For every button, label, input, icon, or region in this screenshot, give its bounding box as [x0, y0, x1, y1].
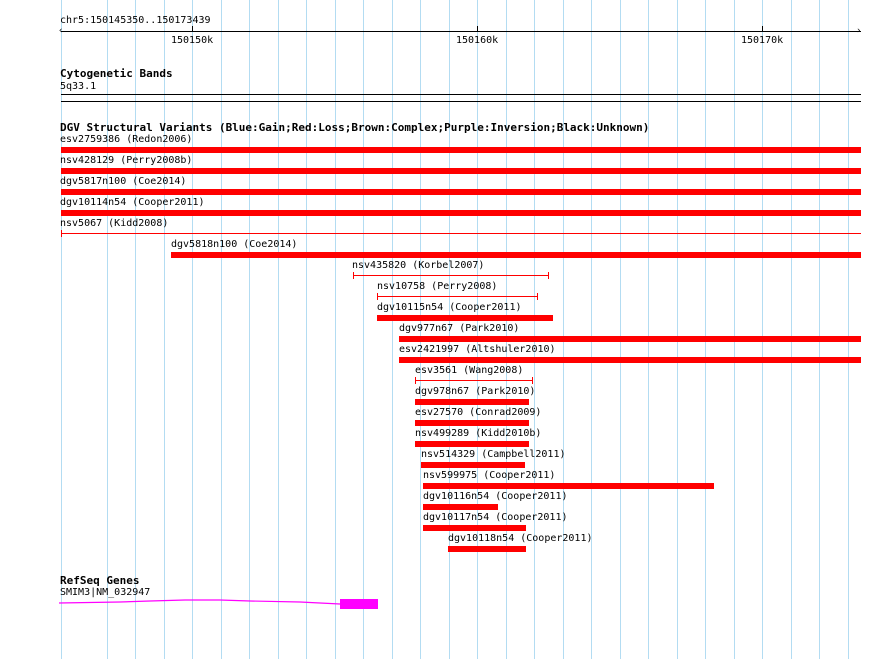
- cytoband-top-line: [61, 94, 861, 95]
- cytoband-title: Cytogenetic Bands: [60, 67, 173, 80]
- variant-bar[interactable]: [399, 336, 861, 342]
- ruler-tick-label: 150160k: [456, 35, 499, 46]
- cytoband-bottom-line: [61, 101, 861, 102]
- variant-end-cap: [353, 272, 354, 279]
- variant-label: dgv977n67 (Park2010): [399, 323, 520, 334]
- variant-bar[interactable]: [415, 420, 529, 426]
- variant-bar[interactable]: [171, 252, 861, 258]
- variant-bar[interactable]: [415, 399, 529, 405]
- variant-label: dgv10115n54 (Cooper2011): [377, 302, 522, 313]
- variant-label: dgv5817n100 (Coe2014): [60, 176, 187, 187]
- variant-bar[interactable]: [61, 168, 861, 174]
- variant-bar[interactable]: [61, 210, 861, 216]
- variant-end-cap: [548, 272, 549, 279]
- variant-bar[interactable]: [423, 525, 526, 531]
- gene-label[interactable]: SMIM3|NM_032947: [60, 587, 150, 599]
- variant-span[interactable]: [377, 293, 538, 300]
- variant-label: nsv10758 (Perry2008): [377, 281, 498, 292]
- variant-end-cap: [537, 293, 538, 300]
- variant-label: dgv10118n54 (Cooper2011): [448, 533, 593, 544]
- variant-end-cap: [532, 377, 533, 384]
- variant-bar[interactable]: [423, 483, 714, 489]
- variant-bar[interactable]: [61, 189, 861, 195]
- refseq-title: RefSeq Genes: [60, 574, 140, 587]
- ruler-axis: [61, 31, 861, 32]
- variant-bar[interactable]: [415, 441, 529, 447]
- variant-span[interactable]: [353, 272, 549, 279]
- scroll-right-arrow[interactable]: ›: [856, 27, 861, 36]
- variant-label: esv2421997 (Altshuler2010): [399, 344, 556, 355]
- cytoband-label[interactable]: 5q33.1: [60, 81, 96, 93]
- variant-bar[interactable]: [421, 462, 525, 468]
- variant-bar[interactable]: [61, 147, 861, 153]
- variant-bar[interactable]: [399, 357, 861, 363]
- ruler-tick: [477, 26, 478, 32]
- variant-label: nsv514329 (Campbell2011): [421, 449, 566, 460]
- ruler-tick-label: 150170k: [741, 35, 784, 46]
- gene-intron-line[interactable]: [58, 599, 341, 605]
- ruler-tick-label: 150150k: [171, 35, 214, 46]
- variant-label: dgv5818n100 (Coe2014): [171, 239, 298, 250]
- variant-bar[interactable]: [423, 504, 498, 510]
- variant-label: dgv10117n54 (Cooper2011): [423, 512, 568, 523]
- variant-label: nsv435820 (Korbel2007): [352, 260, 485, 271]
- variant-span[interactable]: [61, 230, 861, 237]
- variant-label: esv2759386 (Redon2006): [60, 134, 193, 145]
- variant-end-cap: [61, 230, 62, 237]
- variant-label: dgv10116n54 (Cooper2011): [423, 491, 568, 502]
- variant-label: dgv978n67 (Park2010): [415, 386, 536, 397]
- variant-label: nsv5067 (Kidd2008): [60, 218, 169, 229]
- variant-end-cap: [377, 293, 378, 300]
- variant-bar[interactable]: [448, 546, 526, 552]
- scroll-left-arrow[interactable]: ‹: [58, 27, 63, 36]
- location-label: chr5:150145350..150173439: [60, 15, 211, 26]
- ruler-tick: [192, 26, 193, 32]
- variant-label: nsv428129 (Perry2008b): [60, 155, 193, 166]
- variant-label: esv27570 (Conrad2009): [415, 407, 542, 418]
- variant-span[interactable]: [415, 377, 533, 384]
- dgv-track-title: DGV Structural Variants (Blue:Gain;Red:L…: [60, 121, 650, 134]
- variant-bar[interactable]: [377, 315, 553, 321]
- variant-label: nsv599975 (Cooper2011): [423, 470, 556, 481]
- ruler-tick: [762, 26, 763, 32]
- variant-label: dgv10114n54 (Cooper2011): [60, 197, 205, 208]
- gene-exon[interactable]: [340, 599, 378, 609]
- variant-end-cap: [415, 377, 416, 384]
- genome-browser-panel: chr5:150145350..150173439 ‹ › 150150k 15…: [0, 0, 890, 659]
- variant-label: esv3561 (Wang2008): [415, 365, 524, 376]
- variant-label: nsv499289 (Kidd2010b): [415, 428, 542, 439]
